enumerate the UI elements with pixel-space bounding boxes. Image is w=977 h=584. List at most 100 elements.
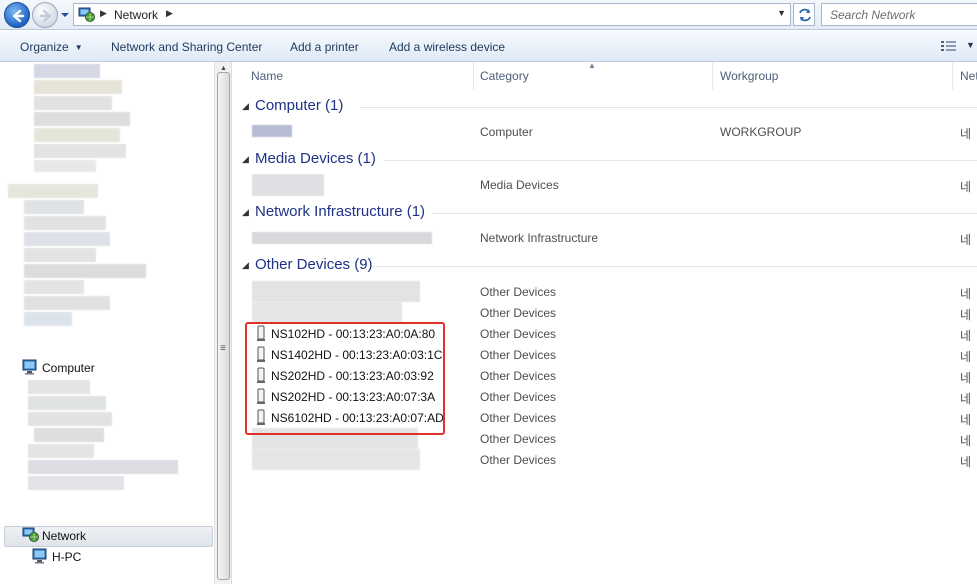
- redacted-nav-item: [28, 396, 106, 410]
- nav-scrollbar[interactable]: ▲ ≡: [214, 62, 231, 584]
- organize-label: Organize: [20, 40, 69, 54]
- list-item[interactable]: Network Infrastructure 네: [232, 227, 977, 248]
- row-category: Other Devices: [480, 306, 557, 320]
- row-network-location: 네: [960, 413, 972, 427]
- row-network-location: 네: [960, 371, 972, 385]
- column-header-name[interactable]: Name: [244, 62, 474, 90]
- network-icon: [78, 7, 95, 22]
- row-network-location: 네: [960, 287, 972, 301]
- redacted-name: [252, 125, 292, 137]
- refresh-button[interactable]: [793, 3, 815, 26]
- search-input[interactable]: Search Network: [821, 3, 977, 26]
- computer-icon: [32, 548, 47, 564]
- row-network-location: 네: [960, 329, 972, 343]
- redacted-nav-item: [34, 64, 100, 78]
- redacted-nav-item: [34, 160, 96, 172]
- group-divider: [372, 266, 977, 267]
- organize-button[interactable]: Organize ▼: [20, 40, 83, 54]
- group-divider: [360, 107, 977, 108]
- arrow-right-icon: [39, 9, 52, 23]
- redacted-name: [252, 281, 420, 302]
- redacted-nav-item: [24, 232, 110, 246]
- nav-scrollbar-thumb[interactable]: ≡: [217, 72, 230, 580]
- list-item[interactable]: Other Devices 네: [232, 449, 977, 470]
- redacted-nav-item: [28, 476, 124, 490]
- redacted-nav-item: [34, 128, 120, 142]
- view-options-dropdown[interactable]: ▼: [966, 40, 975, 50]
- address-history-dropdown[interactable]: ▼: [777, 8, 786, 18]
- row-category: Other Devices: [480, 348, 557, 362]
- row-category: Computer: [480, 125, 533, 139]
- nav-item-label: H-PC: [52, 550, 82, 564]
- add-wireless-device-button[interactable]: Add a wireless device: [389, 40, 505, 54]
- row-network-location: 네: [960, 180, 972, 194]
- list-item[interactable]: Other Devices 네: [232, 302, 977, 323]
- redacted-nav-item: [28, 460, 178, 474]
- details-view-icon: [941, 41, 956, 51]
- redacted-nav-item: [34, 96, 112, 110]
- network-sharing-center-button[interactable]: Network and Sharing Center: [111, 40, 262, 54]
- row-network-location: 네: [960, 233, 972, 247]
- list-item[interactable]: Computer WORKGROUP 네: [232, 121, 977, 142]
- redacted-nav-item: [28, 380, 90, 394]
- redacted-nav-item: [28, 444, 94, 458]
- change-view-button[interactable]: [940, 39, 958, 56]
- row-network-location: 네: [960, 308, 972, 322]
- group-title: Media Devices (1): [255, 150, 376, 167]
- refresh-icon: [799, 8, 811, 22]
- address-field[interactable]: ▶ Network ▶ ▼: [73, 3, 791, 26]
- row-category: Other Devices: [480, 285, 557, 299]
- redacted-name: [252, 449, 420, 470]
- redacted-nav-item: [24, 200, 84, 214]
- breadcrumb-separator-icon[interactable]: ▶: [100, 8, 107, 19]
- row-network-location: 네: [960, 392, 972, 406]
- command-bar: Organize ▼ Network and Sharing Center Add…: [0, 31, 977, 62]
- nav-item-label: Computer: [42, 361, 95, 375]
- recent-pages-button[interactable]: [59, 8, 71, 22]
- group-title: Computer (1): [255, 97, 344, 114]
- back-button[interactable]: [4, 2, 30, 28]
- arrow-left-icon: [12, 9, 25, 23]
- redacted-nav-item: [24, 248, 96, 262]
- row-category: Other Devices: [480, 369, 557, 383]
- redacted-name: [252, 302, 402, 323]
- list-item[interactable]: Media Devices 네: [232, 174, 977, 196]
- redacted-nav-item: [24, 280, 84, 294]
- collapse-icon[interactable]: ◢: [242, 207, 249, 218]
- row-network-location: 네: [960, 127, 972, 141]
- row-network-location: 네: [960, 455, 972, 469]
- redacted-nav-item: [24, 296, 110, 310]
- redacted-nav-item: [24, 216, 106, 230]
- collapse-icon[interactable]: ◢: [242, 260, 249, 271]
- computer-icon: [22, 359, 37, 375]
- collapse-icon[interactable]: ◢: [242, 101, 249, 112]
- column-header-workgroup[interactable]: Workgroup: [713, 62, 953, 90]
- chevron-down-icon: [61, 13, 69, 17]
- redacted-nav-item: [34, 80, 122, 94]
- group-divider: [432, 213, 977, 214]
- add-printer-button[interactable]: Add a printer: [290, 40, 359, 54]
- forward-button[interactable]: [32, 2, 58, 28]
- column-header-network[interactable]: Net: [953, 62, 977, 90]
- row-category: Other Devices: [480, 453, 557, 467]
- row-category: Other Devices: [480, 327, 557, 341]
- group-divider: [384, 160, 977, 161]
- row-category: Media Devices: [480, 178, 559, 192]
- redacted-name: [252, 232, 432, 244]
- row-workgroup: WORKGROUP: [720, 125, 802, 139]
- row-category: Other Devices: [480, 411, 557, 425]
- scroll-up-icon[interactable]: ▲: [220, 65, 227, 72]
- row-category: Other Devices: [480, 390, 557, 404]
- collapse-icon[interactable]: ◢: [242, 154, 249, 165]
- redacted-nav-item: [34, 144, 126, 158]
- breadcrumb-network[interactable]: Network: [114, 8, 158, 22]
- grip-icon: ≡: [220, 343, 226, 354]
- row-network-location: 네: [960, 350, 972, 364]
- breadcrumb-separator-icon[interactable]: ▶: [166, 8, 173, 19]
- nav-item-label: Network: [42, 529, 87, 543]
- redacted-nav-item: [28, 412, 112, 426]
- list-item[interactable]: Other Devices 네: [232, 281, 977, 302]
- group-title: Other Devices (9): [255, 256, 373, 273]
- address-bar: ▶ Network ▶ ▼ Search Network: [0, 0, 977, 30]
- network-icon: [22, 527, 39, 542]
